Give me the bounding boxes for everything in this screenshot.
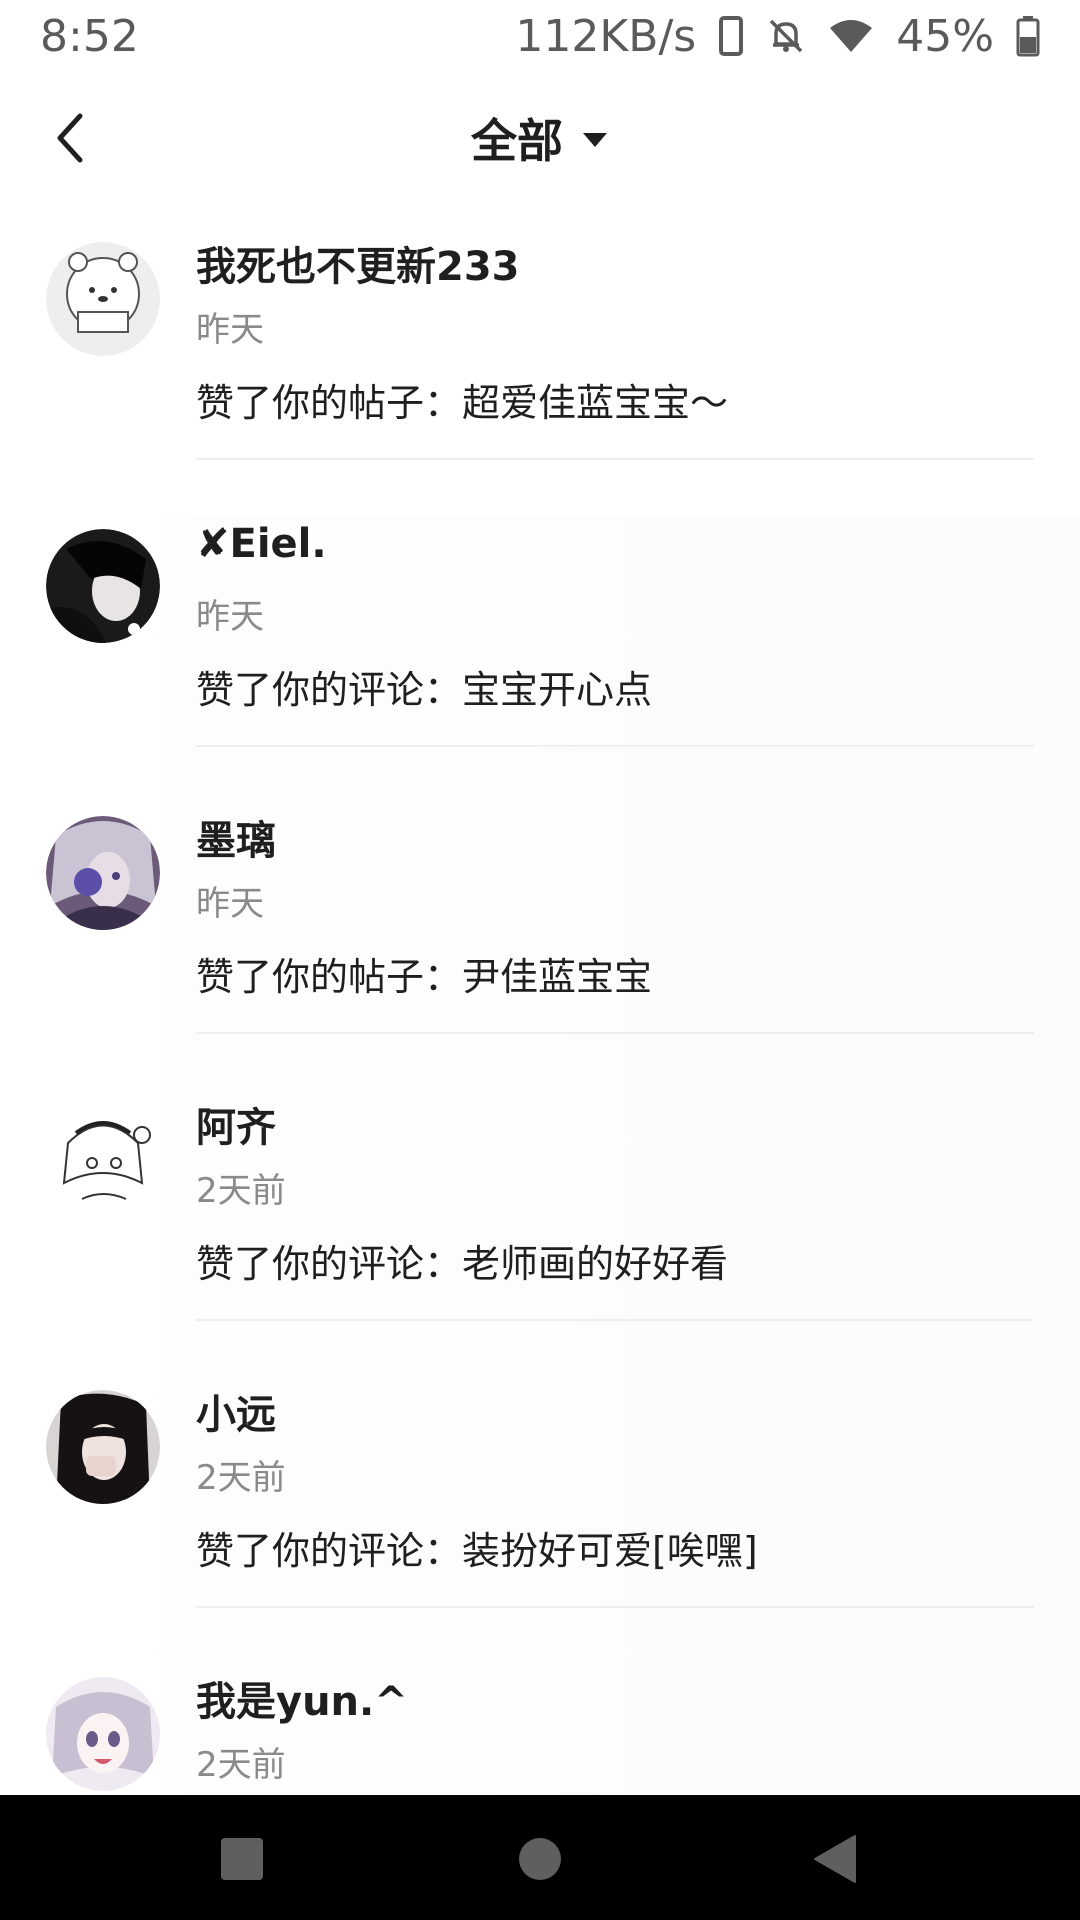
divider <box>196 1319 1034 1321</box>
navigation-bar <box>0 1795 1080 1920</box>
status-bar: 8:52 112KB/s 45% <box>0 0 1080 72</box>
notification-text[interactable]: 赞了你的帖子：尹佳蓝宝宝 <box>196 946 652 1001</box>
username[interactable]: 我是yun.^ <box>196 1669 408 1727</box>
screen: 8:52 112KB/s 45% 全部 我死也不更新233 昨天 赞了你的帖子：… <box>0 0 1080 1920</box>
header: 全部 <box>0 88 1080 188</box>
notification-item[interactable]: 墨璃 昨天 赞了你的帖子：尹佳蓝宝宝 <box>0 804 1080 1091</box>
timestamp: 2天前 <box>196 1745 286 1785</box>
username[interactable]: 我死也不更新233 <box>196 234 520 292</box>
divider <box>196 1606 1034 1608</box>
notification-item[interactable]: 小远 2天前 赞了你的评论：装扮好可爱[唉嘿] <box>0 1378 1080 1665</box>
notification-text[interactable]: 赞了你的评论：装扮好可爱[唉嘿] <box>196 1520 758 1575</box>
page-title: 全部 <box>471 114 563 168</box>
bell-off-icon <box>766 16 806 56</box>
status-icons: 112KB/s 45% <box>515 11 1040 62</box>
avatar[interactable] <box>46 1103 160 1217</box>
timestamp: 2天前 <box>196 1171 286 1211</box>
circle-icon <box>519 1838 561 1880</box>
username[interactable]: 墨璃 <box>196 808 276 866</box>
avatar[interactable] <box>46 816 160 930</box>
home-button[interactable] <box>510 1829 570 1889</box>
timestamp: 昨天 <box>196 310 264 350</box>
divider <box>196 1032 1034 1034</box>
timestamp: 昨天 <box>196 884 264 924</box>
timestamp: 昨天 <box>196 597 264 637</box>
status-time: 8:52 <box>40 10 139 62</box>
wifi-icon <box>828 18 874 54</box>
notification-text[interactable]: 赞了你的评论：宝宝开心点 <box>196 659 652 714</box>
notification-item[interactable]: ✘Eiel. 昨天 赞了你的评论：宝宝开心点 <box>0 517 1080 804</box>
username[interactable]: 小远 <box>196 1382 276 1440</box>
timestamp: 2天前 <box>196 1458 286 1498</box>
phone-icon <box>718 15 744 57</box>
username[interactable]: ✘Eiel. <box>196 521 327 567</box>
filter-dropdown[interactable]: 全部 <box>0 88 1080 188</box>
triangle-back-icon <box>814 1835 856 1883</box>
divider <box>196 745 1034 747</box>
notification-text[interactable]: 赞了你的帖子：超爱佳蓝宝宝～ <box>196 372 728 427</box>
avatar[interactable] <box>46 1390 160 1504</box>
notification-item[interactable]: 阿齐 2天前 赞了你的评论：老师画的好好看 <box>0 1091 1080 1378</box>
battery-icon <box>1016 15 1040 57</box>
notification-list: 我死也不更新233 昨天 赞了你的帖子：超爱佳蓝宝宝～ ✘Eiel. 昨天 赞了… <box>0 230 1080 1920</box>
avatar[interactable] <box>46 242 160 356</box>
notification-text[interactable]: 赞了你的评论：老师画的好好看 <box>196 1233 728 1288</box>
battery-percent: 45% <box>896 10 994 62</box>
divider <box>196 458 1034 460</box>
back-nav-button[interactable] <box>804 1829 864 1889</box>
recents-button[interactable] <box>212 1829 272 1889</box>
caret-down-icon <box>581 131 609 149</box>
avatar[interactable] <box>46 1677 160 1791</box>
username[interactable]: 阿齐 <box>196 1095 276 1153</box>
net-speed: 112KB/s <box>515 10 697 62</box>
square-icon <box>221 1838 263 1880</box>
avatar[interactable] <box>46 529 160 643</box>
notification-item[interactable]: 我死也不更新233 昨天 赞了你的帖子：超爱佳蓝宝宝～ <box>0 230 1080 517</box>
